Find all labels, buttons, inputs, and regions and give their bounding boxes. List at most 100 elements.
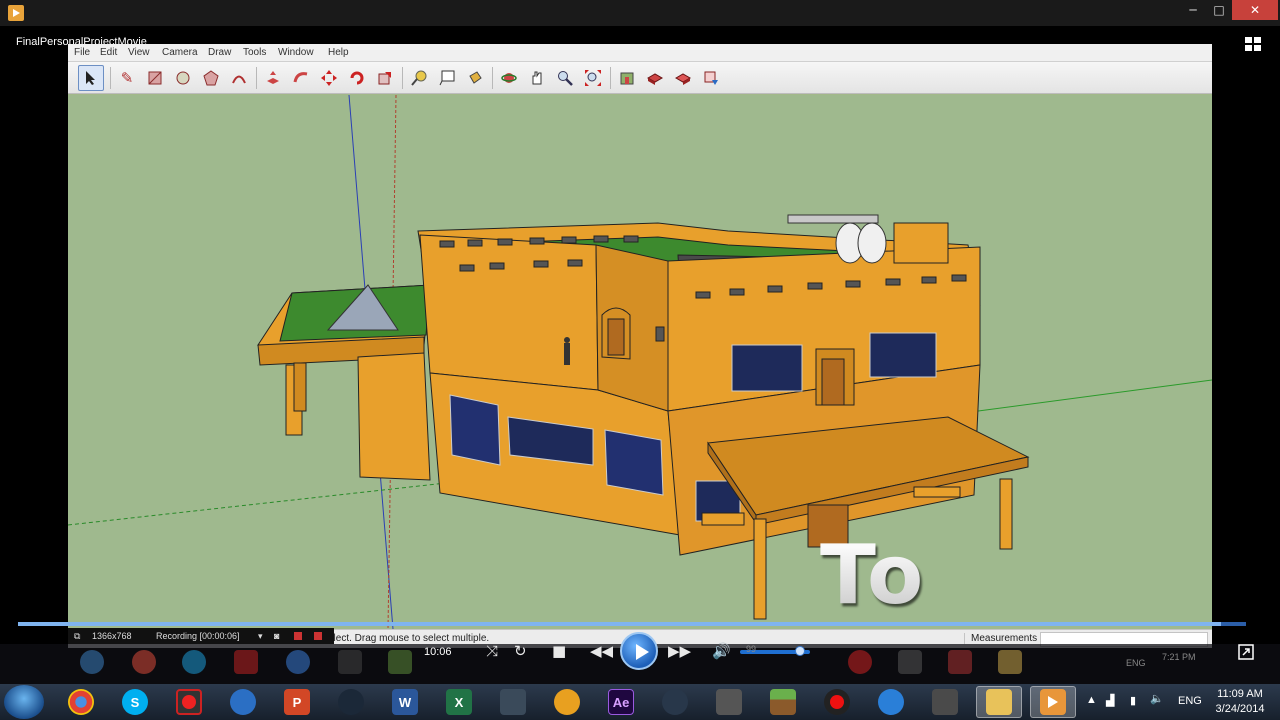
push-pull-icon[interactable] — [260, 65, 286, 91]
taskbar-app[interactable] — [652, 686, 698, 718]
folder-icon — [998, 650, 1022, 674]
zoom-extents-icon[interactable] — [580, 65, 606, 91]
orbit-icon[interactable] — [496, 65, 522, 91]
paint-bucket-icon[interactable] — [462, 65, 488, 91]
ccleaner-icon — [286, 650, 310, 674]
next-icon[interactable]: ▶▶ — [668, 642, 691, 660]
pause-recording-icon[interactable] — [294, 632, 302, 640]
volume-tray-icon[interactable]: 🔈 — [1150, 692, 1164, 705]
maximize-button[interactable]: □ — [1208, 0, 1230, 20]
zoom-icon[interactable] — [552, 65, 578, 91]
camtasia-icon — [500, 689, 526, 715]
signal-icon[interactable]: ▟ — [1106, 694, 1114, 707]
after-effects-icon: Ae — [608, 689, 634, 715]
expand-icon[interactable] — [1238, 644, 1254, 660]
recorder-dropdown-icon[interactable]: ▾ — [258, 631, 263, 642]
shuffle-icon[interactable]: ⤨ — [486, 642, 498, 660]
menu-view[interactable]: View — [128, 47, 150, 58]
tray-expand-icon[interactable]: ▲ — [1086, 694, 1097, 706]
minecraft-icon — [388, 650, 412, 674]
taskbar-word[interactable]: W — [382, 686, 428, 718]
battery-icon[interactable]: ▮ — [1130, 694, 1136, 707]
taskbar-network-tool[interactable] — [922, 686, 968, 718]
share-model-icon[interactable] — [670, 65, 696, 91]
taskbar-excel[interactable]: X — [436, 686, 482, 718]
rotate-icon[interactable] — [344, 65, 370, 91]
media-player-icon — [1040, 689, 1066, 715]
network-tool-icon — [898, 650, 922, 674]
main-toolbar: ✎ — [68, 62, 1212, 94]
select-icon[interactable] — [78, 65, 104, 91]
recorder-icon — [234, 650, 258, 674]
clock-date[interactable]: 3/24/2014 — [1208, 703, 1272, 715]
record-icon — [848, 650, 872, 674]
pan-icon[interactable] — [524, 65, 550, 91]
scale-icon[interactable] — [372, 65, 398, 91]
record-icon — [824, 689, 850, 715]
stop-icon[interactable]: ■ — [552, 642, 566, 660]
measurements-label: Measurements — [964, 633, 1037, 644]
minimize-button[interactable]: ─ — [1182, 0, 1204, 20]
taskbar-recorder[interactable] — [166, 686, 212, 718]
menu-file[interactable]: File — [74, 47, 90, 58]
recorder-resolution: 1366x768 — [92, 631, 132, 641]
app-icon — [662, 689, 688, 715]
text-icon[interactable] — [434, 65, 460, 91]
taskbar-camtasia[interactable] — [490, 686, 536, 718]
view-mode-icon[interactable] — [1244, 36, 1262, 52]
move-icon[interactable] — [316, 65, 342, 91]
components-icon[interactable] — [642, 65, 668, 91]
taskbar-steam[interactable] — [328, 686, 374, 718]
taskbar-app-blue[interactable] — [868, 686, 914, 718]
volume-icon[interactable]: 🔊 — [712, 642, 731, 660]
repeat-icon[interactable]: ↻ — [514, 642, 527, 660]
taskbar-after-effects[interactable]: Ae — [598, 686, 644, 718]
menu-camera[interactable]: Camera — [162, 47, 198, 58]
seek-bar[interactable] — [18, 622, 1246, 626]
polygon-icon[interactable] — [198, 65, 224, 91]
terminal-icon — [716, 689, 742, 715]
start-button[interactable] — [4, 685, 44, 719]
start-orb-icon — [80, 650, 104, 674]
menu-draw[interactable]: Draw — [208, 47, 231, 58]
steam-icon — [338, 689, 364, 715]
taskbar-record[interactable] — [814, 686, 860, 718]
follow-me-icon[interactable] — [288, 65, 314, 91]
previous-icon[interactable]: ◀◀ — [590, 642, 613, 660]
taskbar-explorer[interactable] — [976, 686, 1022, 718]
playback-time: 10:06 — [424, 646, 452, 658]
recorder-icon — [176, 689, 202, 715]
taskbar-aimp[interactable] — [544, 686, 590, 718]
arc-icon[interactable] — [226, 65, 252, 91]
send-to-layout-icon[interactable] — [698, 65, 724, 91]
taskbar-ccleaner[interactable] — [220, 686, 266, 718]
close-button[interactable]: ✕ — [1232, 0, 1278, 20]
menu-edit[interactable]: Edit — [100, 47, 117, 58]
taskbar-skype[interactable]: S — [112, 686, 158, 718]
media-player-icon — [8, 5, 24, 21]
language-indicator[interactable]: ENG — [1178, 695, 1202, 707]
menu-window[interactable]: Window — [278, 47, 314, 58]
excel-icon: X — [446, 689, 472, 715]
taskbar: S P W X Ae ▲ ▟ ▮ 🔈 ENG 11:09 AM 3/24/201… — [0, 684, 1280, 720]
tape-measure-icon[interactable] — [406, 65, 432, 91]
rectangle-icon[interactable] — [142, 65, 168, 91]
taskbar-minecraft[interactable] — [760, 686, 806, 718]
pencil-icon[interactable]: ✎ — [114, 65, 140, 91]
taskbar-media-player[interactable] — [1030, 686, 1076, 718]
taskbar-terminal[interactable] — [706, 686, 752, 718]
taskbar-chrome[interactable] — [58, 686, 104, 718]
clock-time[interactable]: 11:09 AM — [1212, 688, 1268, 700]
volume-knob[interactable] — [794, 646, 805, 656]
minecraft-icon — [770, 689, 796, 715]
play-button[interactable] — [620, 632, 658, 670]
taskbar-powerpoint[interactable]: P — [274, 686, 320, 718]
camera-icon[interactable]: ◙ — [274, 631, 279, 641]
word-icon: W — [392, 689, 418, 715]
warehouse-icon[interactable] — [614, 65, 640, 91]
circle-icon[interactable] — [170, 65, 196, 91]
stop-recording-icon[interactable] — [314, 632, 322, 640]
app-blue-icon — [878, 689, 904, 715]
menu-help[interactable]: Help — [328, 47, 349, 58]
menu-tools[interactable]: Tools — [243, 47, 266, 58]
